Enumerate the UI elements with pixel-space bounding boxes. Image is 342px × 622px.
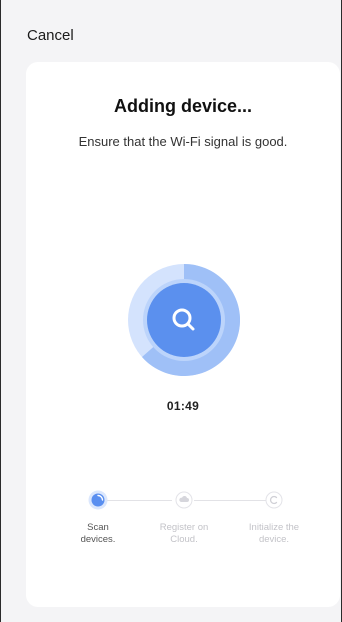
step-label-initialize-line1: Initialize the — [248, 522, 300, 533]
initialize-icon — [265, 491, 283, 509]
scanning-radar — [128, 264, 240, 376]
step-label-initialize-line2: device. — [258, 534, 290, 545]
cancel-button[interactable]: Cancel — [27, 27, 74, 44]
wifi-hint-text: Ensure that the Wi-Fi signal is good. — [78, 134, 288, 149]
radar-core — [147, 283, 221, 357]
adding-device-card: Adding device... Ensure that the Wi-Fi s… — [26, 62, 340, 607]
cloud-icon — [175, 491, 193, 509]
step-label-scan: Scan devices. — [58, 522, 138, 546]
left-edge — [0, 0, 1, 622]
page-title: Adding device... — [113, 96, 253, 116]
step-label-scan-line1: Scan — [87, 522, 109, 533]
step-label-register-line1: Register on — [159, 522, 209, 533]
step-label-initialize: Initialize the device. — [234, 522, 314, 546]
step-connector-2 — [194, 500, 266, 501]
scan-dot-icon — [88, 490, 108, 510]
step-label-register: Register on Cloud. — [144, 522, 224, 546]
progress-steps: Scan devices. Register on Cloud. Initial… — [26, 488, 340, 568]
countdown-timer: 01:49 — [166, 399, 200, 413]
step-connector-1 — [102, 500, 172, 501]
step-label-scan-line2: devices. — [80, 534, 116, 545]
step-label-register-line2: Cloud. — [170, 534, 198, 545]
